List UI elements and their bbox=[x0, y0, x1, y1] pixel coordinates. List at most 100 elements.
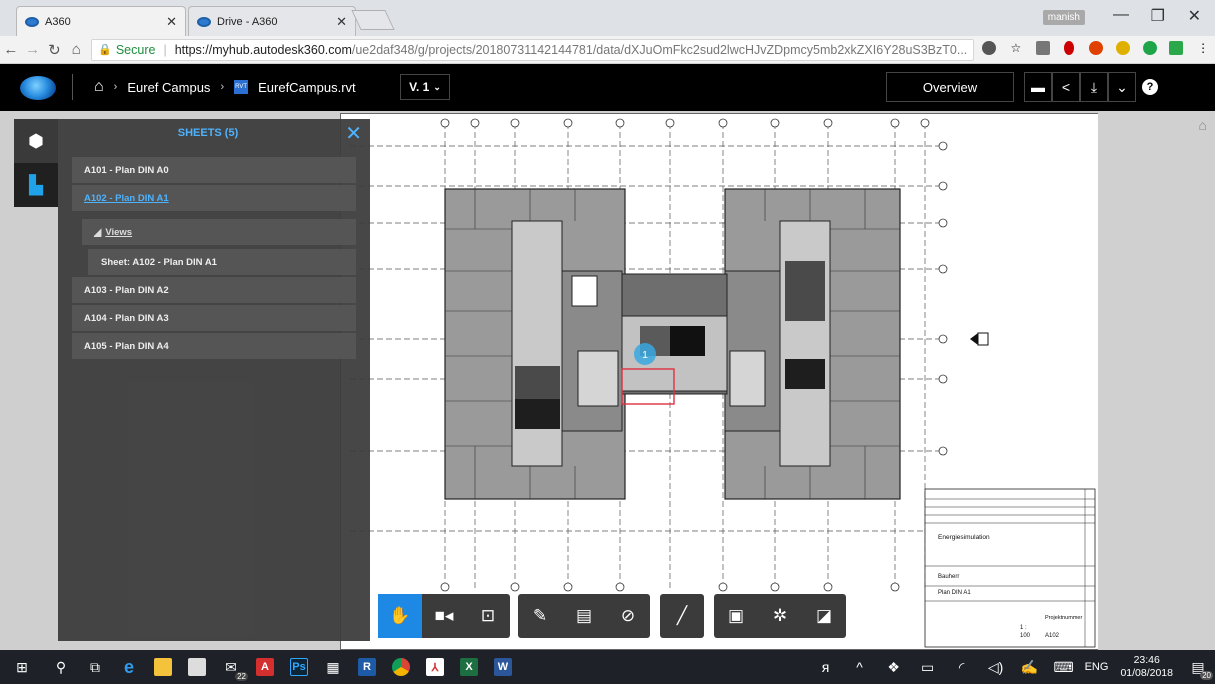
sheet-item-a101[interactable]: A101 - Plan DIN A0 bbox=[72, 157, 356, 183]
wifi-icon[interactable]: ◜ bbox=[945, 650, 979, 684]
pushpin-number: 1 bbox=[642, 350, 648, 361]
building-center bbox=[621, 273, 728, 405]
close-icon[interactable]: ✕ bbox=[345, 121, 362, 146]
fullscreen-icon[interactable]: ◪ bbox=[802, 594, 846, 638]
sheet-item-a104[interactable]: A104 - Plan DIN A3 bbox=[72, 305, 356, 331]
titleblock-client: Bauherr bbox=[938, 574, 959, 580]
building-right-wing bbox=[724, 188, 901, 500]
tab-title: Drive - A360 bbox=[217, 15, 278, 28]
home-icon[interactable]: ⌂ bbox=[65, 41, 87, 58]
acrobat-icon[interactable]: ⅄ bbox=[418, 650, 452, 684]
version-dropdown[interactable]: V. 1 ⌄ bbox=[400, 74, 450, 100]
url-input[interactable]: 🔒 Secure | https://myhub.autodesk360.com… bbox=[91, 38, 975, 61]
forward-icon[interactable]: → bbox=[22, 41, 44, 58]
titleblock-sheet-number: A102 bbox=[1045, 633, 1060, 639]
excel-icon[interactable]: X bbox=[452, 650, 486, 684]
titleblock-scale: 100 bbox=[1020, 633, 1031, 639]
notifications-icon[interactable]: ▤ 20 bbox=[1181, 650, 1215, 684]
floor-plan-drawing: 1 Energiesimulation Bauherr Plan DIN A1 … bbox=[350, 118, 1096, 648]
extension-icon[interactable] bbox=[1111, 40, 1135, 59]
views-group[interactable]: ◢ Views bbox=[82, 219, 356, 245]
extension-icon[interactable] bbox=[1164, 40, 1188, 59]
profile-badge[interactable]: manish bbox=[1042, 10, 1085, 25]
properties-icon[interactable]: ▣ bbox=[714, 594, 758, 638]
restore-icon[interactable]: ❐ bbox=[1151, 6, 1165, 26]
divider: | bbox=[163, 42, 167, 57]
people-icon[interactable]: ᴙ bbox=[809, 650, 843, 684]
minimize-icon[interactable]: — bbox=[1113, 6, 1129, 24]
view-item-sheet-a102[interactable]: Sheet: A102 - Plan DIN A1 bbox=[88, 249, 356, 275]
word-icon[interactable]: W bbox=[486, 650, 520, 684]
close-icon[interactable]: ✕ bbox=[336, 14, 347, 30]
reload-icon[interactable]: ↻ bbox=[44, 41, 66, 59]
search-icon[interactable]: ⚲ bbox=[44, 650, 78, 684]
dropbox-icon[interactable]: ❖ bbox=[877, 650, 911, 684]
settings-icon[interactable]: ✲ bbox=[758, 594, 802, 638]
breadcrumb-project[interactable]: Euref Campus bbox=[127, 80, 210, 95]
keyboard-icon[interactable]: ⌨ bbox=[1047, 650, 1081, 684]
volume-icon[interactable]: ◁) bbox=[979, 650, 1013, 684]
camera-icon[interactable]: ■◂ bbox=[422, 594, 466, 638]
photoshop-icon[interactable]: Ps bbox=[282, 650, 316, 684]
clock[interactable]: 23:46 01/08/2018 bbox=[1120, 654, 1173, 680]
divider bbox=[72, 74, 73, 100]
task-view-icon[interactable]: ⧉ bbox=[78, 650, 112, 684]
mail-icon[interactable]: ✉ 22 bbox=[214, 650, 248, 684]
pan-icon[interactable]: ✋ bbox=[378, 594, 422, 638]
chevron-up-icon[interactable]: ^ bbox=[843, 650, 877, 684]
extension-icon[interactable] bbox=[1138, 40, 1162, 59]
zoom-icon[interactable]: ⊡ bbox=[466, 594, 510, 638]
navigation-toolbar: ✋ ■◂ ⊡ bbox=[378, 594, 510, 638]
cube-icon[interactable]: ⬢ bbox=[14, 119, 58, 163]
windows-start-icon[interactable]: ⊞ bbox=[0, 650, 44, 684]
a360-logo-icon[interactable] bbox=[20, 76, 56, 100]
calculator-icon[interactable]: ▦ bbox=[316, 650, 350, 684]
menu-icon[interactable]: ⋮ bbox=[1191, 41, 1215, 59]
comment-icon[interactable]: ▤ bbox=[562, 594, 606, 638]
bookmark-star-icon[interactable]: ☆ bbox=[1004, 41, 1028, 59]
revit-icon[interactable]: R bbox=[350, 650, 384, 684]
store-icon[interactable] bbox=[180, 650, 214, 684]
extension-icon[interactable] bbox=[1031, 40, 1055, 59]
notification-count: 20 bbox=[1200, 671, 1213, 680]
tab-a360[interactable]: A360 ✕ bbox=[16, 6, 186, 36]
chrome-icon[interactable] bbox=[384, 650, 418, 684]
breadcrumb-file[interactable]: EurefCampus.rvt bbox=[258, 80, 356, 95]
left-rail: ⬢ ▙ bbox=[14, 119, 58, 207]
measure-icon[interactable]: ╱ bbox=[660, 594, 704, 638]
download-icon[interactable]: ⤓ bbox=[1080, 72, 1108, 102]
rvt-file-icon: RVT bbox=[234, 80, 249, 94]
home-icon[interactable]: ⌂ bbox=[94, 78, 104, 96]
sheet-item-a102[interactable]: A102 - Plan DIN A1 bbox=[72, 185, 356, 211]
chevron-down-icon[interactable]: ⌄ bbox=[1108, 72, 1136, 102]
battery-icon[interactable]: ▭ bbox=[911, 650, 945, 684]
clock-time: 23:46 bbox=[1133, 654, 1160, 666]
sheet-icon[interactable]: ▙ bbox=[14, 163, 58, 207]
viewcube-home-icon[interactable]: ⌂ bbox=[1199, 117, 1207, 133]
edge-icon[interactable]: e bbox=[112, 650, 146, 684]
sheet-item-a105[interactable]: A105 - Plan DIN A4 bbox=[72, 333, 356, 359]
file-explorer-icon[interactable] bbox=[146, 650, 180, 684]
comment-icon[interactable]: ▬ bbox=[1024, 72, 1052, 102]
overview-button[interactable]: Overview bbox=[886, 72, 1014, 102]
autocad-icon[interactable]: A bbox=[248, 650, 282, 684]
tab-drive[interactable]: Drive - A360 ✕ bbox=[188, 6, 356, 36]
help-icon[interactable]: ? bbox=[1136, 72, 1164, 102]
issue-pushpin[interactable]: 1 bbox=[634, 343, 656, 365]
extension-icon[interactable] bbox=[1084, 40, 1108, 59]
window-close-icon[interactable]: ✕ bbox=[1188, 6, 1201, 26]
sheet-item-a103[interactable]: A103 - Plan DIN A2 bbox=[72, 277, 356, 303]
pen-icon[interactable]: ✍ bbox=[1013, 650, 1047, 684]
extension-icon[interactable] bbox=[1057, 40, 1081, 59]
language-indicator[interactable]: ENG bbox=[1085, 661, 1109, 673]
close-icon[interactable]: ✕ bbox=[166, 14, 177, 30]
hide-icon[interactable]: ⊘ bbox=[606, 594, 650, 638]
back-icon[interactable]: ← bbox=[0, 41, 22, 58]
lock-icon: 🔒 bbox=[98, 44, 112, 56]
settings-toolbar: ▣ ✲ ◪ bbox=[714, 594, 846, 638]
overview-label: Overview bbox=[922, 79, 978, 95]
share-icon[interactable]: < bbox=[1052, 72, 1080, 102]
extension-icon[interactable] bbox=[977, 40, 1001, 59]
markup-icon[interactable]: ✎ bbox=[518, 594, 562, 638]
new-tab-button[interactable] bbox=[351, 10, 395, 30]
